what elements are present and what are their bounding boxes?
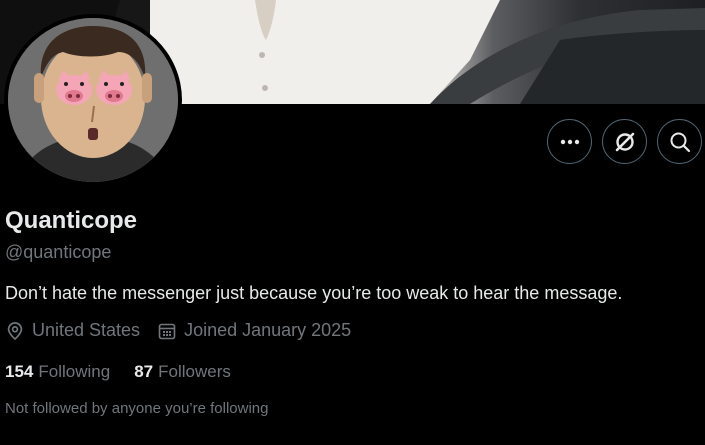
search-icon [670, 132, 690, 152]
calendar-icon [158, 323, 176, 339]
more-button[interactable] [547, 119, 592, 164]
following-label: Following [38, 362, 111, 381]
profile-actions [547, 119, 702, 164]
profile-meta: United States Joined January 2025 [5, 320, 351, 341]
avatar-image [8, 18, 178, 182]
following-link[interactable]: 154 Following [5, 362, 110, 382]
joined-item: Joined January 2025 [157, 320, 351, 341]
location-pin-icon [7, 321, 23, 340]
location-text: United States [32, 320, 141, 340]
display-name: Quanticope [5, 207, 138, 234]
profile-bio: Don’t hate the messenger just because yo… [5, 283, 623, 303]
more-icon [560, 139, 579, 144]
social-context: Not followed by anyone you’re following [5, 400, 269, 417]
profile-avatar[interactable] [4, 14, 182, 186]
followers-link[interactable]: 87 Followers [134, 362, 231, 382]
username-handle: @quanticope [5, 242, 112, 262]
joined-text: Joined January 2025 [184, 320, 352, 340]
grok-button[interactable] [602, 119, 647, 164]
profile-stats: 154 Following 87 Followers [5, 362, 231, 382]
search-button[interactable] [657, 119, 702, 164]
following-count: 154 [5, 362, 34, 381]
followers-label: Followers [158, 362, 231, 381]
location-item: United States [5, 320, 140, 341]
followers-count: 87 [134, 362, 154, 381]
grok-icon [615, 132, 634, 151]
